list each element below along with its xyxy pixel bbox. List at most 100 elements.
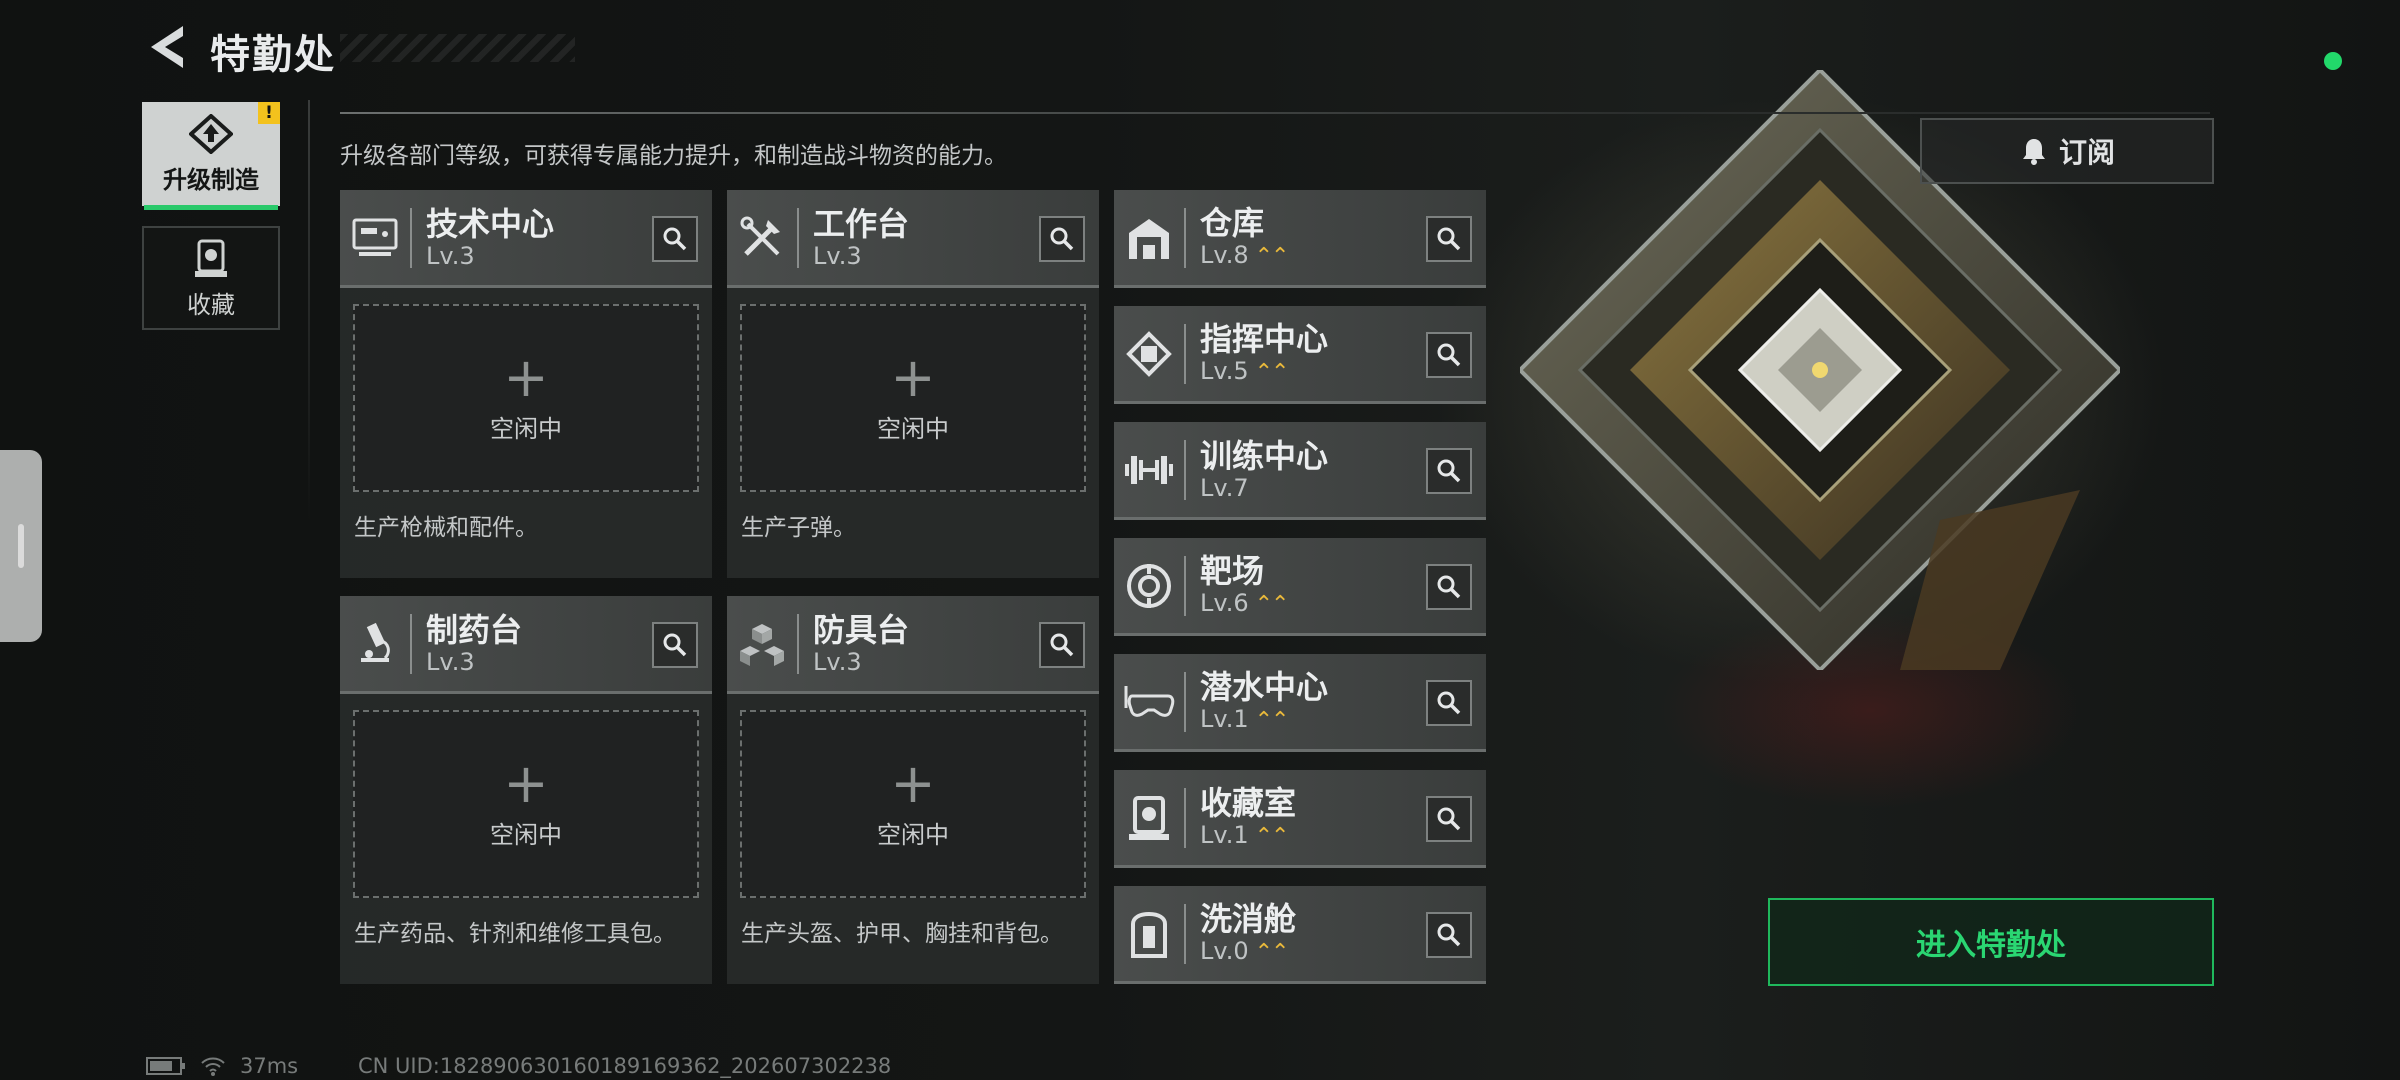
plus-icon: + (503, 345, 549, 409)
facility-name: 制药台 (426, 610, 523, 649)
back-button[interactable] (140, 22, 190, 72)
search-icon (1437, 343, 1461, 367)
divider (410, 207, 412, 268)
search-icon (663, 227, 687, 251)
page-title: 特勤处 (210, 32, 336, 78)
tab-collection[interactable]: 收藏 (142, 226, 280, 330)
search-icon (1437, 691, 1461, 715)
facility-level: Lv.3 (426, 241, 475, 270)
facility-level: Lv.6 (1200, 588, 1249, 617)
card-header[interactable]: 制药台 Lv.3 (340, 596, 712, 694)
divider (1184, 323, 1186, 384)
facility-name: 靶场 (1200, 551, 1265, 590)
upgrade-available-icon: ⌃⌃ (1254, 823, 1290, 849)
upgrade-available-icon: ⌃⌃ (1254, 939, 1290, 965)
search-icon (1437, 227, 1461, 251)
slot-status: 空闲中 (490, 820, 562, 849)
divider (1184, 671, 1186, 732)
upgrade-icon (189, 113, 233, 154)
microscope-icon (340, 595, 410, 693)
enter-special-ops-button[interactable]: 进入特勤处 (1768, 898, 2214, 986)
search-icon (1050, 633, 1074, 657)
title-decoration (340, 34, 575, 62)
facility-level: Lv.0 (1200, 936, 1249, 965)
inspect-button[interactable] (1426, 564, 1472, 610)
upgrade-available-icon: ⌃⌃ (1254, 707, 1290, 733)
back-arrow-icon (151, 26, 183, 68)
facility-item-diving-center[interactable]: 潜水中心 Lv.1 ⌃⌃ (1114, 654, 1486, 752)
facility-description: 生产头盔、护甲、胸挂和背包。 (741, 921, 1063, 947)
upgrade-available-icon: ⌃⌃ (1254, 359, 1290, 385)
facility-name: 训练中心 (1200, 436, 1329, 475)
facility-name: 工作台 (813, 204, 910, 243)
divider (1184, 207, 1186, 268)
facility-item-command-center[interactable]: 指挥中心 Lv.5 ⌃⌃ (1114, 306, 1486, 404)
divider (1184, 555, 1186, 616)
facility-description: 生产枪械和配件。 (354, 515, 538, 541)
subscribe-button[interactable]: 订阅 (1920, 118, 2214, 184)
facility-name: 洗消舱 (1200, 899, 1297, 938)
facility-level: Lv.7 (1200, 473, 1249, 502)
facility-name: 指挥中心 (1200, 319, 1329, 358)
inspect-button[interactable] (1039, 622, 1085, 668)
facility-item-shooting-range[interactable]: 靶场 Lv.6 ⌃⌃ (1114, 538, 1486, 636)
plus-icon: + (890, 345, 936, 409)
production-slot[interactable]: + 空闲中 (740, 710, 1086, 898)
production-slot[interactable]: + 空闲中 (353, 304, 699, 492)
search-icon (1437, 923, 1461, 947)
decon-chamber-icon (1114, 885, 1184, 983)
facility-level: Lv.8 (1200, 240, 1249, 269)
divider (1184, 439, 1186, 500)
production-slot[interactable]: + 空闲中 (353, 710, 699, 898)
facility-item-warehouse[interactable]: 仓库 Lv.8 ⌃⌃ (1114, 190, 1486, 288)
divider (308, 100, 310, 520)
plus-icon: + (503, 751, 549, 815)
plus-icon: + (890, 751, 936, 815)
target-icon (1114, 537, 1184, 635)
facility-description: 生产药品、针剂和维修工具包。 (354, 921, 676, 947)
divider (340, 112, 2210, 114)
divider (797, 613, 799, 674)
facility-level: Lv.3 (813, 241, 862, 270)
workshop-card-workbench: 工作台 Lv.3 + 空闲中 生产子弹。 (727, 190, 1099, 578)
inspect-button[interactable] (1426, 332, 1472, 378)
tab-label: 升级制造 (163, 165, 259, 194)
facility-level: Lv.3 (426, 647, 475, 676)
collection-room-icon (1114, 769, 1184, 867)
inspect-button[interactable] (652, 622, 698, 668)
inspect-button[interactable] (652, 216, 698, 262)
facility-item-collection-room[interactable]: 收藏室 Lv.1 ⌃⌃ (1114, 770, 1486, 868)
armor-blocks-icon (727, 595, 797, 693)
wifi-icon (201, 1057, 225, 1076)
facility-level: Lv.3 (813, 647, 862, 676)
tab-upgrade-manufacture[interactable]: ! 升级制造 (142, 102, 280, 210)
card-header[interactable]: 工作台 Lv.3 (727, 190, 1099, 288)
card-header[interactable]: 技术中心 Lv.3 (340, 190, 712, 288)
card-header[interactable]: 防具台 Lv.3 (727, 596, 1099, 694)
bell-icon (2022, 139, 2045, 165)
upgrade-available-icon: ⌃⌃ (1254, 591, 1290, 617)
command-chip-icon (1114, 305, 1184, 403)
user-uid: CN UID:18289063016018916936​2_2026073022… (358, 1054, 892, 1078)
inspect-button[interactable] (1039, 216, 1085, 262)
inspect-button[interactable] (1426, 216, 1472, 262)
battery-icon (146, 1057, 185, 1075)
inspect-button[interactable] (1426, 680, 1472, 726)
inspect-button[interactable] (1426, 912, 1472, 958)
warning-badge: ! (258, 102, 280, 124)
ping-value: 37ms (240, 1054, 299, 1078)
facility-item-decon-chamber[interactable]: 洗消舱 Lv.0 ⌃⌃ (1114, 886, 1486, 984)
inspect-button[interactable] (1426, 796, 1472, 842)
search-icon (663, 633, 687, 657)
production-slot[interactable]: + 空闲中 (740, 304, 1086, 492)
subscribe-label: 订阅 (2058, 136, 2115, 169)
inspect-button[interactable] (1426, 448, 1472, 494)
facility-item-training-center[interactable]: 训练中心 Lv.7 (1114, 422, 1486, 520)
section-description: 升级各部门等级，可获得专属能力提升，和制造战斗物资的能力。 (340, 143, 1007, 169)
facility-name: 收藏室 (1200, 783, 1297, 822)
search-icon (1437, 575, 1461, 599)
status-footer: 37ms (146, 1054, 298, 1078)
divider (797, 207, 799, 268)
side-drawer-handle[interactable] (0, 450, 42, 642)
divider (1184, 787, 1186, 848)
